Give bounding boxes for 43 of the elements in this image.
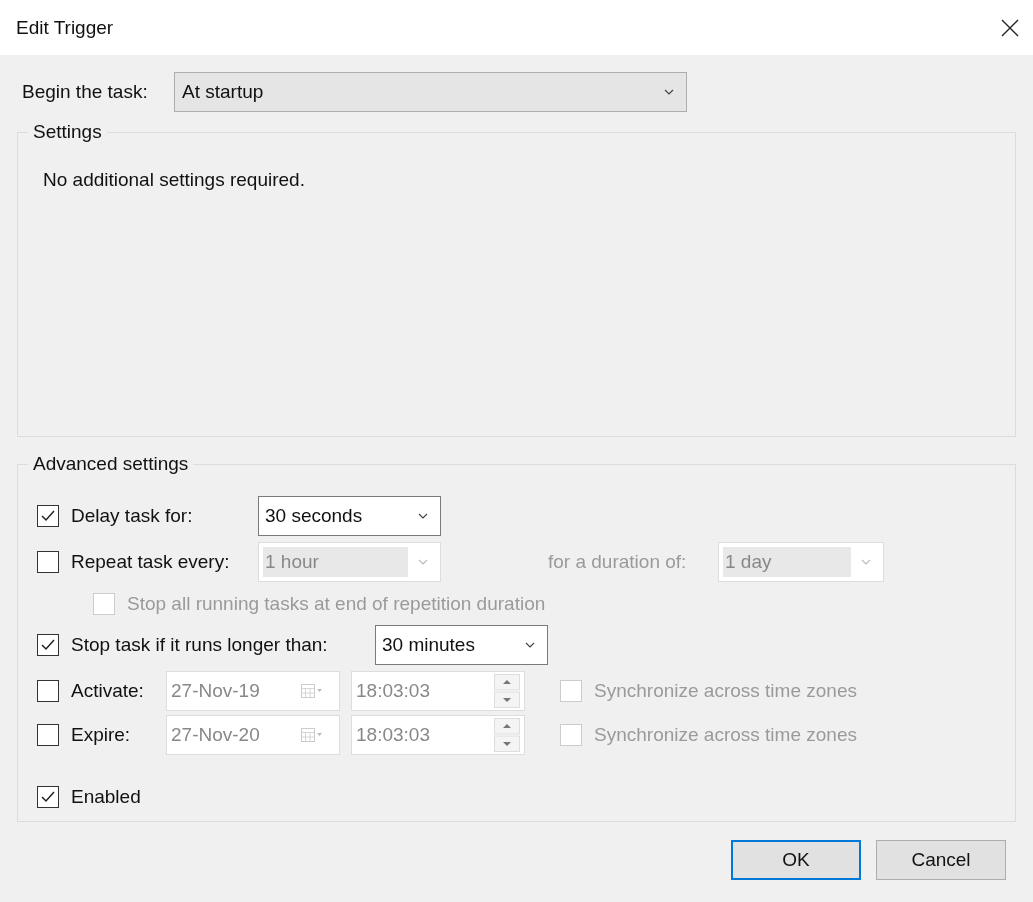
date-picker[interactable]: 27-Nov-19 xyxy=(166,671,340,711)
checkbox-label: Synchronize across time zones xyxy=(594,724,857,746)
spinner-arrows-icon[interactable] xyxy=(494,718,520,752)
repeat-interval-dropdown[interactable]: 1 hour xyxy=(258,542,441,582)
begin-task-dropdown[interactable]: At startup xyxy=(174,72,687,112)
checkbox-label: Delay task for: xyxy=(71,505,194,527)
calendar-icon xyxy=(301,728,323,742)
chevron-down-icon xyxy=(861,559,871,565)
duration-dropdown[interactable]: 1 day xyxy=(718,542,884,582)
window-title: Edit Trigger xyxy=(16,16,114,39)
ok-button[interactable]: OK xyxy=(731,840,861,880)
chevron-down-icon xyxy=(664,89,674,95)
date-picker[interactable]: 27-Nov-20 xyxy=(166,715,340,755)
chevron-down-icon xyxy=(418,513,428,519)
checkbox[interactable] xyxy=(37,680,59,702)
spinner-arrows-icon[interactable] xyxy=(494,674,520,708)
check-icon xyxy=(40,509,56,523)
checkbox-label: Repeat task every: xyxy=(71,551,231,573)
cancel-button[interactable]: Cancel xyxy=(876,840,1006,880)
checkbox-label: Expire: xyxy=(71,724,132,746)
chevron-down-icon xyxy=(418,559,428,565)
checkbox[interactable] xyxy=(37,724,59,746)
checkbox-label: Activate: xyxy=(71,680,145,702)
close-icon[interactable] xyxy=(1001,18,1019,37)
checkbox-label: Stop all running tasks at end of repetition duration xyxy=(127,593,546,615)
calendar-icon xyxy=(301,684,323,698)
checkbox[interactable] xyxy=(37,786,59,808)
time-field[interactable]: 18:03:03 xyxy=(351,671,525,711)
begin-task-label: Begin the task: xyxy=(22,81,149,103)
chevron-down-icon xyxy=(525,642,535,648)
checkbox-label: Synchronize across time zones xyxy=(594,680,857,702)
duration-label: for a duration of: xyxy=(548,551,688,573)
checkbox[interactable] xyxy=(37,551,59,573)
time-limit-dropdown[interactable]: 30 minutes xyxy=(375,625,548,665)
check-icon xyxy=(40,638,56,652)
checkbox[interactable] xyxy=(37,634,59,656)
checkbox[interactable] xyxy=(37,505,59,527)
checkbox-label: Enabled xyxy=(71,786,141,808)
delay-dropdown[interactable]: 30 seconds xyxy=(258,496,441,536)
checkbox-label: Stop task if it runs longer than: xyxy=(71,634,329,656)
check-icon xyxy=(40,790,56,804)
time-field[interactable]: 18:03:03 xyxy=(351,715,525,755)
settings-message: No additional settings required. xyxy=(43,169,305,190)
